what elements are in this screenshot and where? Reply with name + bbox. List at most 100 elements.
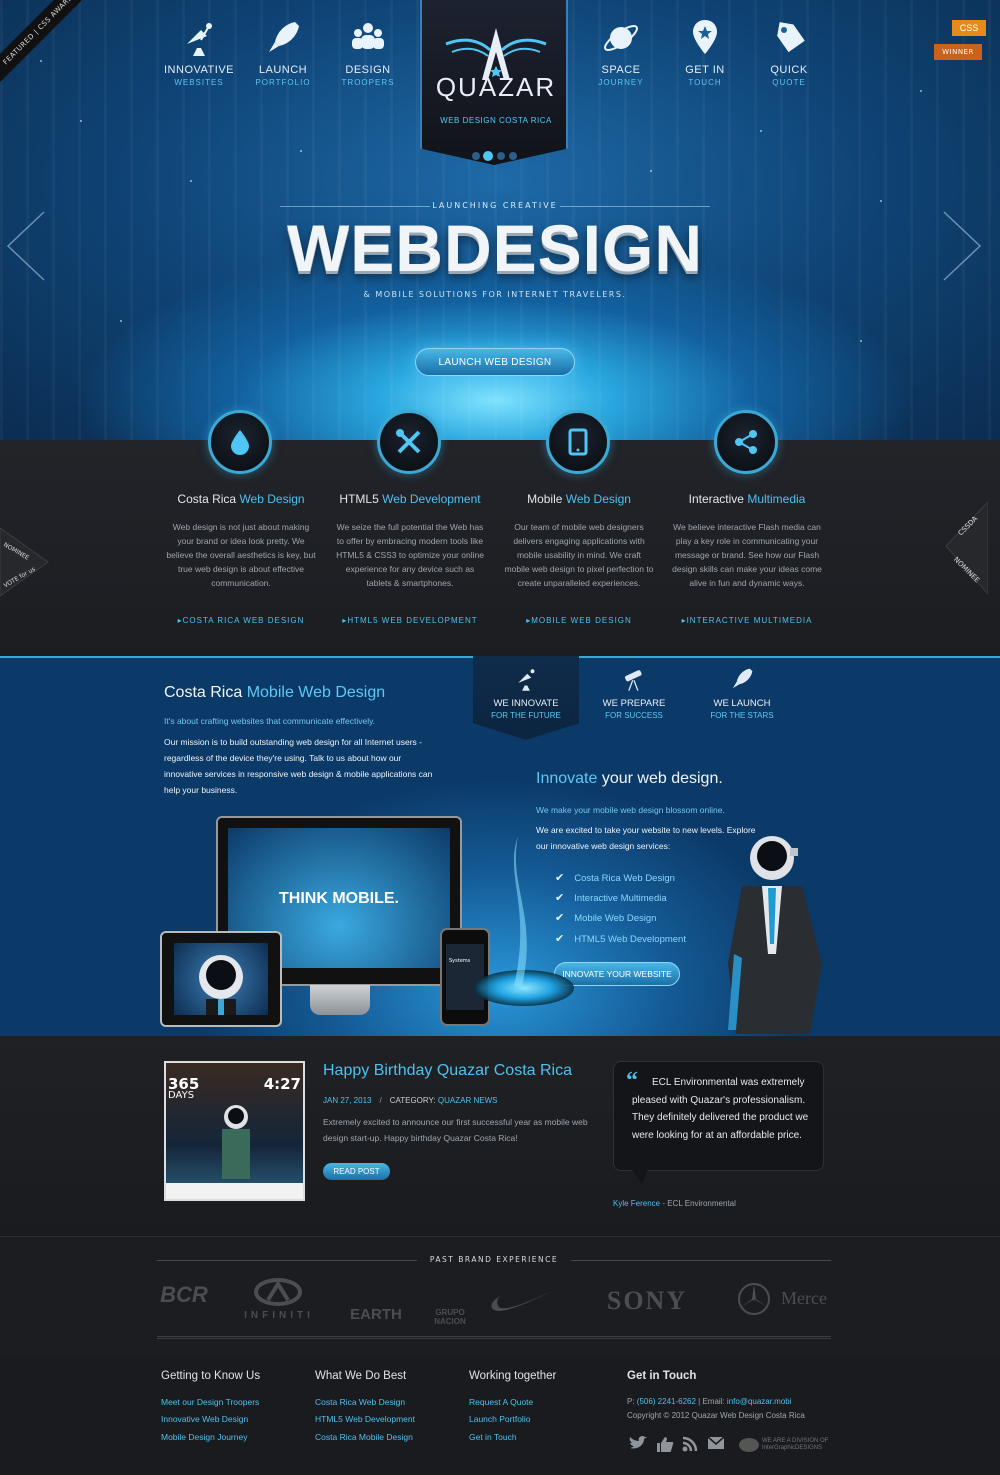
nav-sublabel: QUOTE: [772, 78, 806, 87]
image-text: DAYS: [168, 1090, 195, 1101]
tablet-mockup: [160, 931, 282, 1027]
nav-label: QUICK: [770, 64, 808, 76]
people-icon: [348, 18, 388, 58]
footer-contact-title: Get in Touch: [627, 1370, 697, 1382]
nav-quick-quote[interactable]: QUICK QUOTE: [744, 18, 834, 87]
nav-sublabel: WEBSITES: [174, 78, 224, 87]
tab-label: WE PREPARE: [602, 698, 666, 709]
slider-dot-active[interactable]: [483, 151, 493, 161]
nav-sublabel: JOURNEY: [598, 78, 644, 87]
post-date: JAN 27, 2013: [323, 1096, 372, 1105]
thumbs-up-icon[interactable]: [656, 1436, 674, 1452]
service-title: Interactive Multimedia: [688, 492, 806, 506]
check-item-multimedia[interactable]: Interactive Multimedia: [555, 891, 666, 904]
share-icon[interactable]: [714, 410, 778, 474]
energy-plume-icon: [513, 836, 527, 986]
nav-innovative-websites[interactable]: INNOVATIVE WEBSITES: [154, 18, 244, 87]
read-post-button[interactable]: READ POST: [323, 1163, 390, 1180]
blog-post-meta: JAN 27, 2013/CATEGORY: QUAZAR NEWS: [323, 1096, 498, 1105]
service-link-mobile[interactable]: MOBILE WEB DESIGN: [494, 616, 664, 625]
tab-label: WE LAUNCH: [713, 698, 771, 709]
testimonial-text: ECL Environmental was extremely pleased …: [632, 1077, 809, 1141]
testimonial-author-link[interactable]: Kyle Ference: [613, 1199, 660, 1208]
cssda-side-tag[interactable]: CSSDA NOMINEE: [944, 500, 989, 598]
monitor-screen-text: THINK MOBILE.: [279, 890, 399, 907]
footer-link[interactable]: Request A Quote: [469, 1397, 533, 1407]
astronaut-icon: [222, 1105, 250, 1179]
mercedes-star-icon: [738, 1283, 770, 1315]
slider-prev-icon[interactable]: [4, 210, 54, 282]
nav-sublabel: TROOPERS: [341, 78, 395, 87]
mail-icon[interactable]: [707, 1436, 725, 1450]
tab-label: WE INNOVATE: [493, 698, 559, 709]
nominee-side-tag[interactable]: NOMINEE VOTE for us: [0, 527, 50, 598]
innovate-your-website-button[interactable]: INNOVATE YOUR WEBSITE: [554, 962, 680, 986]
launch-web-design-button[interactable]: LAUNCH WEB DESIGN: [415, 348, 575, 376]
brands-divider: [157, 1336, 831, 1339]
nav-get-in-touch[interactable]: GET IN TOUCH: [660, 18, 750, 87]
testimonial-bubble: “ ECL Environmental was extremely please…: [613, 1061, 824, 1184]
footer-link[interactable]: Mobile Design Journey: [161, 1432, 247, 1442]
footer-link[interactable]: Innovative Web Design: [161, 1414, 248, 1424]
grupo-nacion-logo: GRUPO NACION: [434, 1308, 466, 1326]
nav-design-troopers[interactable]: DESIGN TROOPERS: [323, 18, 413, 87]
innovate-title: Innovate your web design.: [536, 770, 723, 787]
innovate-lead: We make your mobile web design blossom o…: [536, 805, 725, 815]
mobile-tabs: WE INNOVATE FOR THE FUTURE WE PREPARE FO…: [473, 656, 791, 740]
service-description: Our team of mobile web designers deliver…: [504, 522, 654, 588]
service-title: Mobile Web Design: [527, 492, 631, 506]
service-link-html5[interactable]: HTML5 WEB DEVELOPMENT: [325, 616, 495, 625]
sony-logo: SONY: [606, 1286, 688, 1315]
infiniti-emblem-icon: [254, 1278, 302, 1306]
nike-swoosh-icon: [491, 1290, 554, 1311]
slider-dot[interactable]: [497, 152, 505, 160]
slider-dot[interactable]: [509, 152, 517, 160]
tablet-icon[interactable]: [546, 410, 610, 474]
check-item-mobile[interactable]: Mobile Web Design: [555, 911, 656, 924]
footer-link[interactable]: Costa Rica Web Design: [315, 1397, 405, 1407]
satellite-dish-icon: [473, 666, 579, 694]
slider-next-icon[interactable]: [934, 210, 984, 282]
rss-icon[interactable]: [682, 1436, 698, 1452]
nav-space-journey[interactable]: SPACE JOURNEY: [576, 18, 666, 87]
blog-post-title[interactable]: Happy Birthday Quazar Costa Rica: [323, 1062, 572, 1080]
service-description: Web design is not just about making your…: [166, 522, 316, 588]
footer-link[interactable]: Get in Touch: [469, 1432, 517, 1442]
mobile-lead: It's about crafting websites that commun…: [164, 716, 376, 726]
tab-sublabel: FOR THE STARS: [710, 711, 774, 720]
tag-icon: [769, 18, 809, 58]
nav-label: GET IN: [685, 64, 725, 76]
quazar-logo[interactable]: QUAZAR WEB DESIGN COSTA RICA: [420, 0, 568, 165]
check-item-web-design[interactable]: Costa Rica Web Design: [555, 871, 675, 884]
footer-link[interactable]: Launch Portfolio: [469, 1414, 530, 1424]
service-description: We seize the full potential the Web has …: [336, 522, 484, 588]
service-link-multimedia[interactable]: INTERACTIVE MULTIMEDIA: [662, 616, 832, 625]
tab-we-innovate[interactable]: WE INNOVATE FOR THE FUTURE: [473, 656, 579, 740]
rocket-icon: [689, 666, 795, 694]
drop-icon[interactable]: [208, 410, 272, 474]
astronaut-businessman-icon: [728, 836, 822, 1034]
astronaut-helmet-icon: [199, 955, 243, 1015]
slider-dot[interactable]: [472, 152, 480, 160]
tab-we-prepare[interactable]: WE PREPARE FOR SUCCESS: [581, 656, 687, 740]
footer-link[interactable]: HTML5 Web Development: [315, 1414, 415, 1424]
nav-launch-portfolio[interactable]: LAUNCH PORTFOLIO: [238, 18, 328, 87]
twitter-icon[interactable]: [628, 1436, 648, 1452]
tab-sublabel: FOR SUCCESS: [605, 711, 663, 720]
email-link[interactable]: info@quazar.mobi: [727, 1397, 792, 1406]
tools-icon[interactable]: [377, 410, 441, 474]
post-category-link[interactable]: QUAZAR NEWS: [438, 1096, 498, 1105]
service-link-web-design[interactable]: COSTA RICA WEB DESIGN: [156, 616, 326, 625]
innovate-body: We are excited to take your website to n…: [536, 825, 756, 851]
phone-link[interactable]: (506) 2241-6262: [637, 1397, 696, 1406]
css-badge[interactable]: CSS: [952, 20, 986, 36]
footer-link[interactable]: Meet our Design Troopers: [161, 1397, 259, 1407]
blog-post-image[interactable]: 365 DAYS 4:27: [164, 1061, 305, 1201]
footer-link[interactable]: Costa Rica Mobile Design: [315, 1432, 413, 1442]
hero-tagline: & MOBILE SOLUTIONS FOR INTERNET TRAVELER…: [363, 290, 627, 299]
intergraphic-logo-icon[interactable]: [739, 1438, 759, 1452]
footer-col-title: Working together: [469, 1370, 557, 1382]
check-item-html5[interactable]: HTML5 Web Development: [555, 932, 686, 945]
planet-icon: [601, 18, 641, 58]
tab-we-launch[interactable]: WE LAUNCH FOR THE STARS: [689, 656, 795, 740]
